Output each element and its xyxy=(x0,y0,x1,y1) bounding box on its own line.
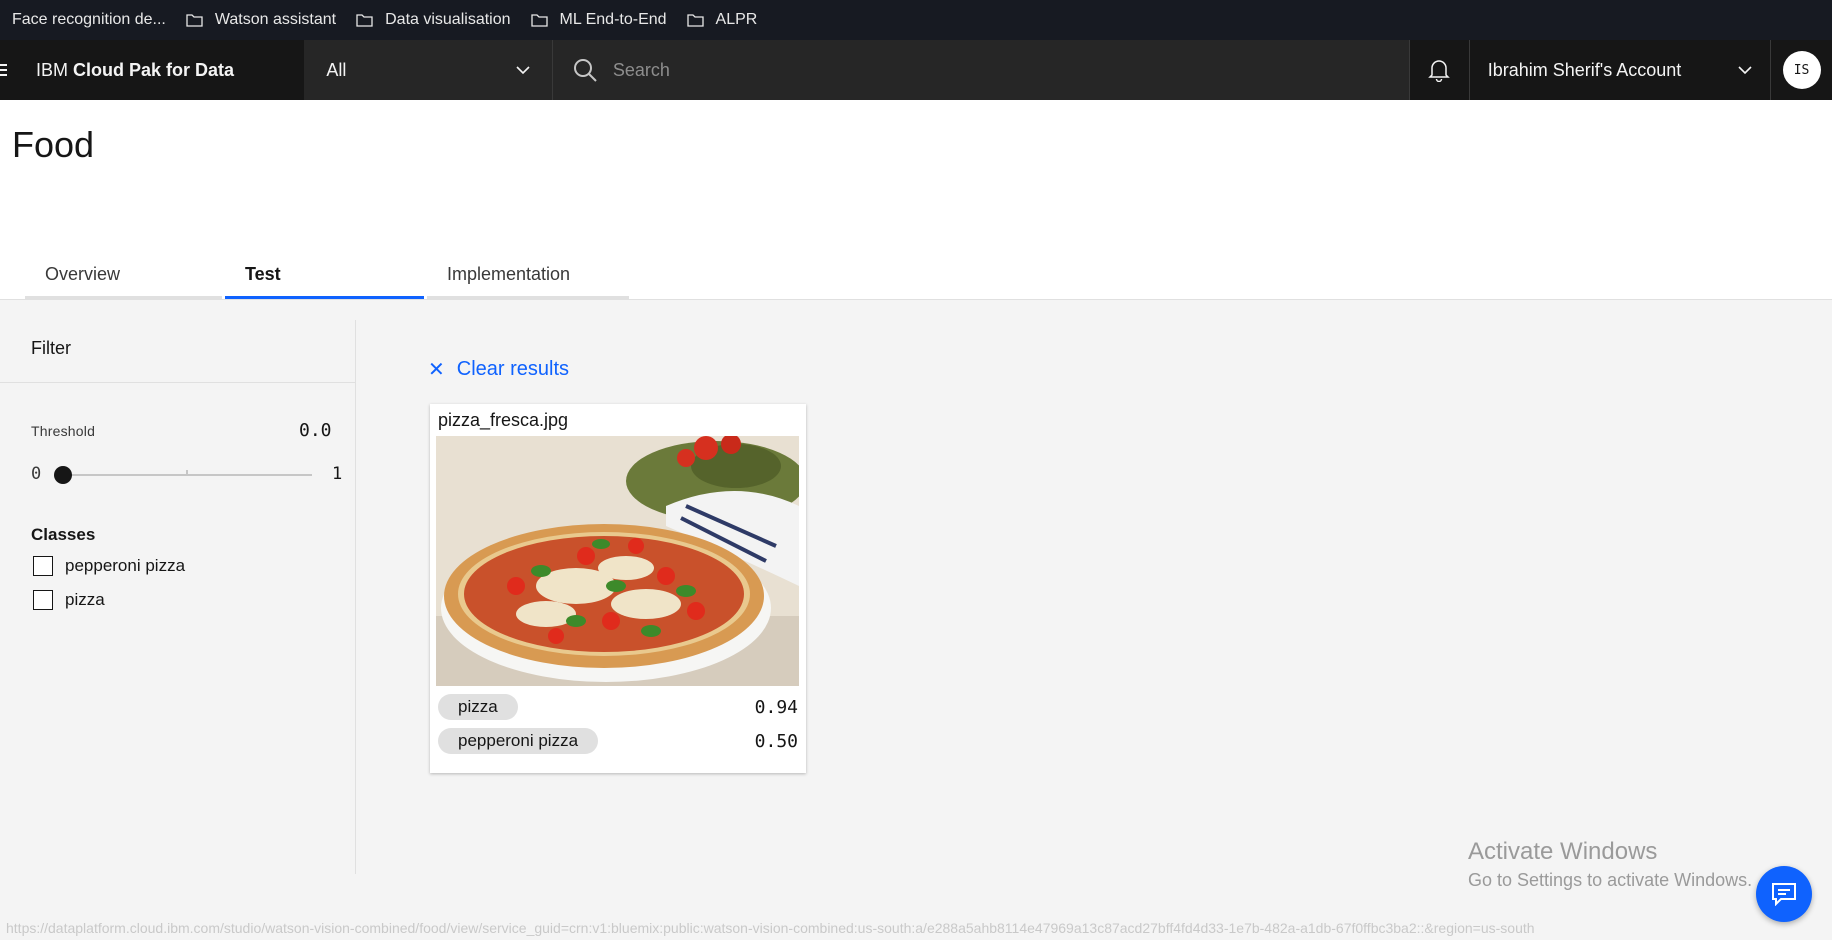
class-label: pepperoni pizza xyxy=(65,556,186,575)
slider-max-label: 1 xyxy=(332,464,343,484)
brand-name: Cloud Pak for Data xyxy=(72,59,234,80)
result-card[interactable]: pizza_fresca.jpg pizza 0.94 pepperoni pi… xyxy=(430,404,806,773)
class-label: pizza xyxy=(65,590,105,609)
app-header: IBM Cloud Pak for Data All Ibrahim Sheri… xyxy=(0,40,1832,100)
scope-dropdown[interactable]: All xyxy=(304,40,553,100)
page-header: Food Overview Test Implementation xyxy=(0,100,1832,300)
divider xyxy=(0,382,355,383)
bookmark-label: ALPR xyxy=(715,11,758,28)
close-icon: ✕ xyxy=(428,358,445,381)
brand[interactable]: IBM Cloud Pak for Data xyxy=(24,40,304,100)
threshold-slider-thumb[interactable] xyxy=(54,466,72,484)
tab-test[interactable]: Test xyxy=(225,253,424,299)
chat-icon xyxy=(1772,883,1796,906)
account-switcher[interactable]: Ibrahim Sherif's Account xyxy=(1470,40,1772,100)
search-input[interactable] xyxy=(612,59,1393,81)
threshold-slider-track[interactable] xyxy=(54,466,312,484)
result-image xyxy=(436,436,799,686)
bookmark-data-visualisation[interactable]: Data visualisation xyxy=(356,11,511,29)
folder-icon xyxy=(530,13,548,27)
clear-results-label: Clear results xyxy=(456,358,570,380)
bookmark-ml-end-to-end[interactable]: ML End-to-End xyxy=(530,11,667,29)
bookmark-watson-assistant[interactable]: Watson assistant xyxy=(186,11,336,29)
tab-label: Overview xyxy=(45,264,121,284)
activate-windows-watermark: Activate Windows Go to Settings to activ… xyxy=(1468,838,1752,891)
threshold-label: Threshold xyxy=(31,423,96,439)
avatar-button[interactable]: IS xyxy=(1771,40,1832,100)
class-checkbox-pepperoni-pizza[interactable]: pepperoni pizza xyxy=(33,556,185,576)
slider-min-label: 0 xyxy=(31,464,42,484)
tab-list: Overview Test Implementation xyxy=(25,253,632,299)
tab-label: Test xyxy=(245,264,281,284)
result-tag-row: pizza 0.94 xyxy=(438,694,800,720)
bell-icon xyxy=(1428,60,1451,82)
class-checkbox-pizza[interactable]: pizza xyxy=(33,590,105,610)
pizza-image-icon xyxy=(436,436,799,686)
checkbox[interactable] xyxy=(33,590,53,610)
tab-label: Implementation xyxy=(447,264,571,284)
bookmark-alpr[interactable]: ALPR xyxy=(686,11,758,29)
slider-tick xyxy=(186,470,188,474)
threshold-value[interactable]: 0.0 xyxy=(299,420,332,441)
page-title: Food xyxy=(12,124,95,165)
bookmark-label: ML End-to-End xyxy=(559,11,667,28)
class-tag: pepperoni pizza xyxy=(438,728,599,754)
bookmarks-bar: Face recognition de... Watson assistant … xyxy=(0,0,1832,40)
result-filename: pizza_fresca.jpg xyxy=(438,410,569,430)
tab-overview[interactable]: Overview xyxy=(25,253,222,299)
status-bar-url: https://dataplatform.cloud.ibm.com/studi… xyxy=(6,920,1535,936)
hamburger-icon xyxy=(0,69,7,71)
chat-button[interactable] xyxy=(1756,866,1812,922)
bookmark-face-recognition[interactable]: Face recognition de... xyxy=(12,11,166,29)
chevron-down-icon xyxy=(1738,65,1752,74)
bookmark-label: Data visualisation xyxy=(385,11,511,28)
account-name: Ibrahim Sherif's Account xyxy=(1487,59,1682,80)
search-bar xyxy=(552,40,1409,100)
clear-results-button[interactable]: ✕ Clear results xyxy=(428,358,569,381)
hamburger-menu-button[interactable] xyxy=(0,40,24,100)
notifications-button[interactable] xyxy=(1408,40,1470,100)
class-score: 0.94 xyxy=(754,696,798,718)
brand-prefix: IBM xyxy=(35,59,68,80)
avatar: IS xyxy=(1782,51,1821,89)
chevron-down-icon xyxy=(516,65,530,74)
watermark-title: Activate Windows xyxy=(1468,838,1658,865)
watermark-subtitle: Go to Settings to activate Windows. xyxy=(1468,870,1753,890)
search-icon xyxy=(573,59,597,82)
checkbox[interactable] xyxy=(33,556,53,576)
folder-icon xyxy=(186,13,203,27)
bookmark-label: Watson assistant xyxy=(214,11,337,28)
filter-title: Filter xyxy=(31,338,71,358)
bookmark-label: Face recognition de... xyxy=(12,11,166,28)
filter-sidebar: Filter Threshold 0.0 0 1 Classes peppero… xyxy=(0,320,356,874)
folder-icon xyxy=(356,13,373,27)
scope-value: All xyxy=(326,59,347,80)
class-score: 0.50 xyxy=(754,730,798,752)
result-tag-row: pepperoni pizza 0.50 xyxy=(438,728,800,754)
class-tag: pizza xyxy=(438,694,518,720)
folder-icon xyxy=(686,13,704,27)
classes-title: Classes xyxy=(31,525,96,544)
tab-implementation[interactable]: Implementation xyxy=(427,253,629,299)
